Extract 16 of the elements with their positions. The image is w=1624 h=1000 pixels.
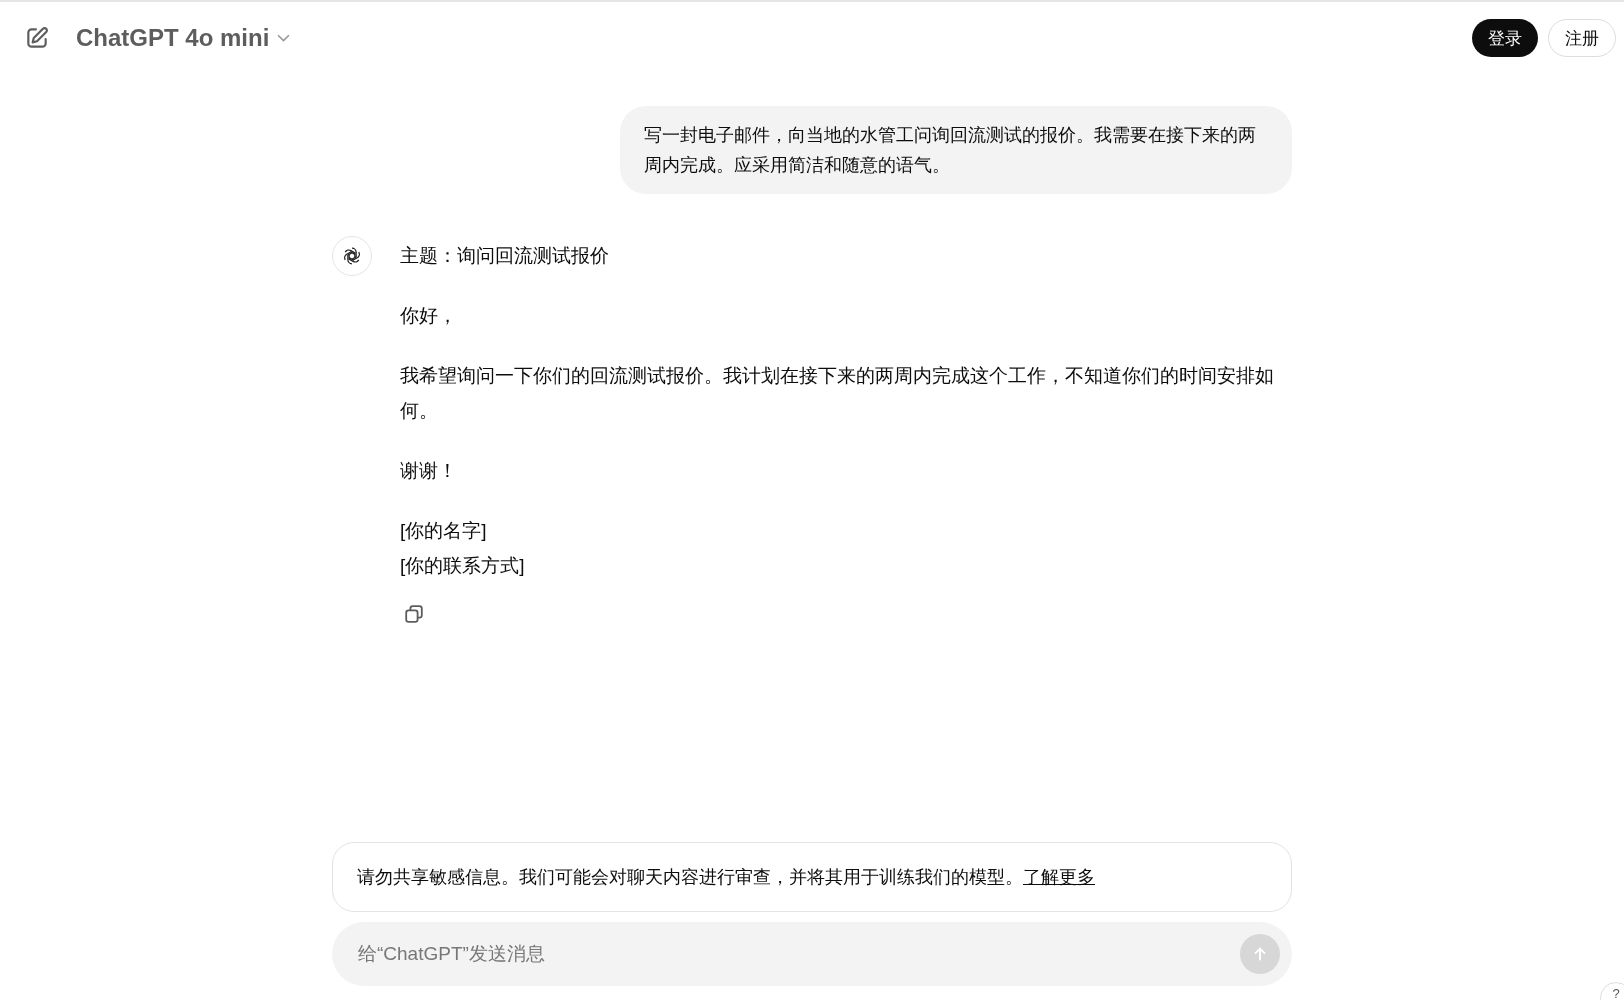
- chevron-down-icon[interactable]: [277, 33, 291, 43]
- new-chat-icon[interactable]: [24, 25, 50, 51]
- learn-more-link[interactable]: 了解更多: [1023, 867, 1095, 887]
- copy-icon[interactable]: [402, 602, 426, 626]
- assistant-paragraph: [你的名字] [你的联系方式]: [400, 519, 526, 578]
- assistant-paragraph: 我希望询问一下你们的回流测试报价。我计划在接下来的两周内完成这个工作，不知道你们的时间安排如何。: [400, 364, 1275, 423]
- assistant-paragraph: 主题：询问回流测试报价: [400, 244, 610, 268]
- signup-button[interactable]: 注册: [1548, 19, 1616, 57]
- assistant-paragraph: 你好，: [400, 304, 458, 328]
- message-input[interactable]: 给“ChatGPT”发送消息: [332, 922, 1292, 986]
- model-selector[interactable]: ChatGPT 4o mini: [76, 24, 270, 52]
- login-button[interactable]: 登录: [1472, 19, 1538, 57]
- help-button[interactable]: ?: [1600, 982, 1624, 1000]
- user-message: 写一封电子邮件，向当地的水管工问询回流测试的报价。我需要在接下来的两周内完成。应采用简洁和随意的语气。: [620, 106, 1292, 194]
- assistant-paragraph: 谢谢！: [400, 459, 458, 483]
- notice-text: 请勿共享敏感信息。我们可能会对聊天内容进行审查，并将其用于训练我们的模型。了解更多: [357, 867, 1095, 887]
